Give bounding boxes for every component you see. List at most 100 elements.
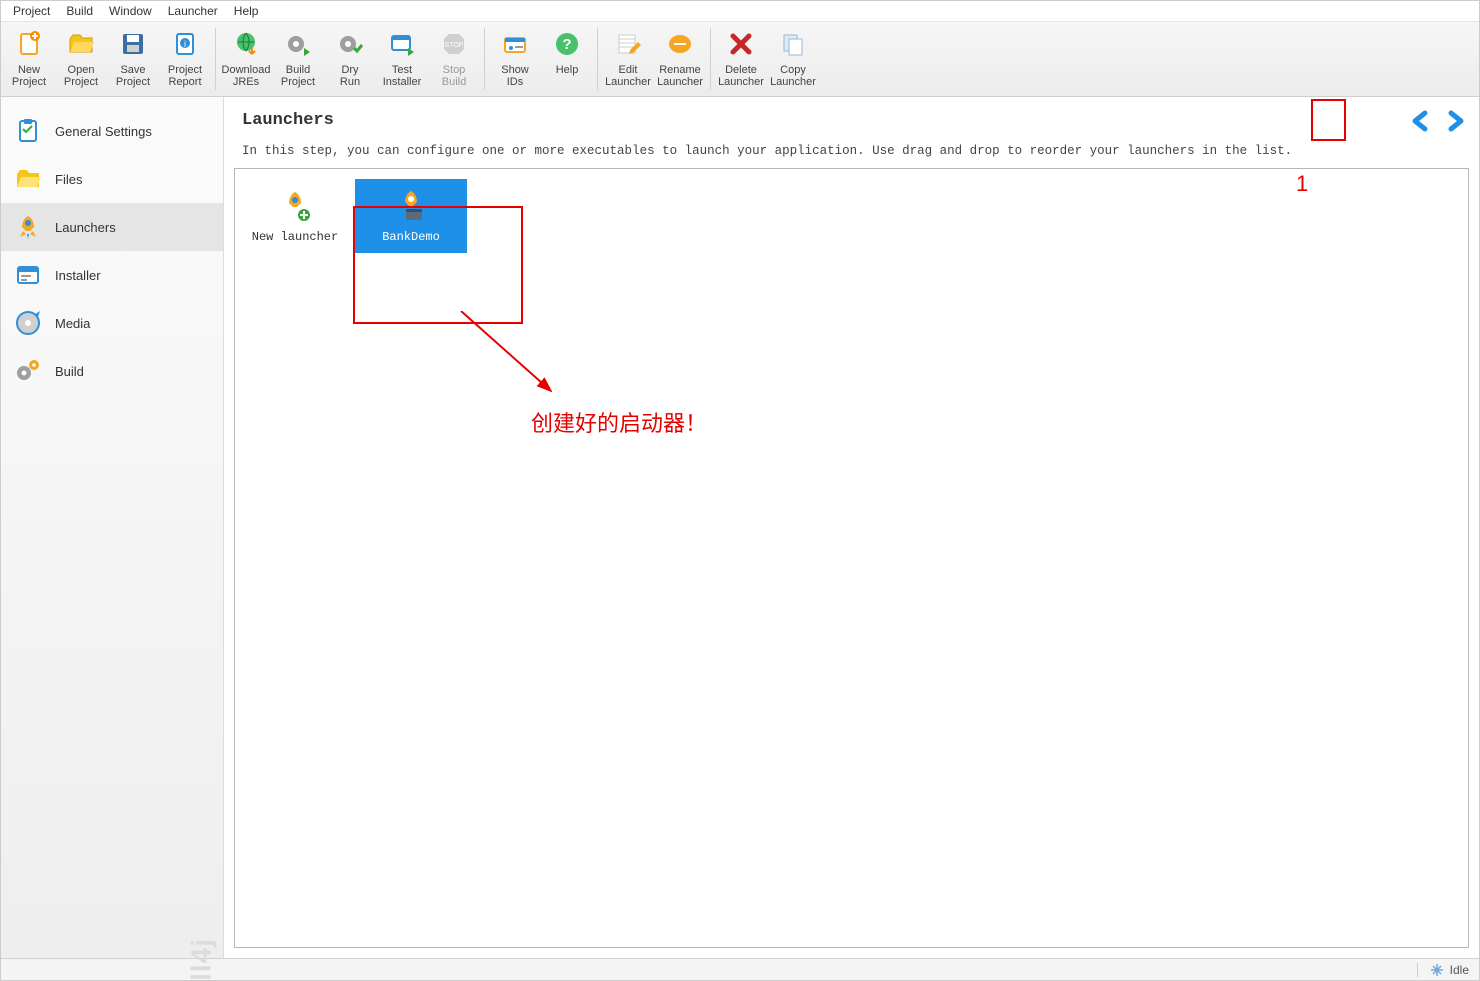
menu-bar: Project Build Window Launcher Help — [1, 1, 1479, 22]
launchers-canvas[interactable]: New launcher BankDemo — [234, 168, 1469, 948]
show-ids-button[interactable]: Show IDs — [489, 24, 541, 94]
download-jres-label: Download JREs — [222, 64, 271, 88]
download-jres-button[interactable]: Download JREs — [220, 24, 272, 94]
help-button[interactable]: ? Help — [541, 24, 593, 94]
globe-down-icon — [230, 28, 262, 60]
nav-prev-button[interactable] — [1407, 107, 1435, 135]
delete-launcher-button[interactable]: Delete Launcher — [715, 24, 767, 94]
project-report-label: Project Report — [168, 64, 202, 88]
id-card-icon — [499, 28, 531, 60]
edit-launcher-label: Edit Launcher — [605, 64, 651, 88]
svg-text:?: ? — [562, 36, 571, 53]
sidebar-item-installer[interactable]: Installer — [1, 251, 223, 299]
rocket-app-icon — [393, 188, 429, 224]
gears-icon — [13, 356, 43, 386]
disc-icon — [13, 308, 43, 338]
sidebar-item-label: Installer — [55, 268, 101, 283]
menu-window[interactable]: Window — [103, 2, 158, 20]
sidebar-item-label: Build — [55, 364, 84, 379]
page-title: Launchers — [242, 111, 1461, 130]
page-header: Launchers In this step, you can configur… — [224, 97, 1479, 168]
rocket-add-icon — [277, 188, 313, 224]
new-launcher-label: New launcher — [252, 230, 338, 244]
clipboard-icon — [13, 116, 43, 146]
copy-launcher-label: Copy Launcher — [770, 64, 816, 88]
edit-icon — [612, 28, 644, 60]
show-ids-label: Show IDs — [501, 64, 529, 88]
folder-icon — [13, 164, 43, 194]
sidebar-item-build[interactable]: Build — [1, 347, 223, 395]
statusbar-separator — [1417, 963, 1418, 977]
svg-text:STOP: STOP — [445, 42, 464, 49]
help-icon: ? — [551, 28, 583, 60]
status-bar: Idle — [1, 958, 1479, 980]
delete-icon — [725, 28, 757, 60]
menu-launcher[interactable]: Launcher — [162, 2, 224, 20]
open-project-button[interactable]: Open Project — [55, 24, 107, 94]
snowflake-icon — [1430, 963, 1444, 977]
toolbar: New Project Open Project Save Project i … — [1, 22, 1479, 97]
page-description: In this step, you can configure one or m… — [242, 144, 1461, 158]
test-installer-button[interactable]: Test Installer — [376, 24, 428, 94]
sidebar-item-files[interactable]: Files — [1, 155, 223, 203]
gear-play-icon — [282, 28, 314, 60]
test-installer-label: Test Installer — [383, 64, 422, 88]
app-window: Project Build Window Launcher Help New P… — [0, 0, 1480, 981]
report-icon: i — [169, 28, 201, 60]
build-project-label: Build Project — [281, 64, 315, 88]
body: General Settings Files Launchers Install… — [1, 97, 1479, 958]
copy-launcher-button[interactable]: Copy Launcher — [767, 24, 819, 94]
copy-icon — [777, 28, 809, 60]
stop-build-label: Stop Build — [442, 64, 466, 88]
new-project-button[interactable]: New Project — [3, 24, 55, 94]
launcher-tile[interactable]: BankDemo — [355, 179, 467, 253]
sidebar-item-launchers[interactable]: Launchers — [1, 203, 223, 251]
sidebar-item-label: Media — [55, 316, 90, 331]
dry-run-button[interactable]: Dry Run — [324, 24, 376, 94]
main: Launchers In this step, you can configur… — [224, 97, 1479, 958]
toolbar-separator — [215, 28, 216, 90]
project-report-button[interactable]: i Project Report — [159, 24, 211, 94]
status-text: Idle — [1450, 963, 1469, 977]
new-launcher-tile[interactable]: New launcher — [245, 179, 345, 253]
menu-project[interactable]: Project — [7, 2, 56, 20]
sidebar: General Settings Files Launchers Install… — [1, 97, 224, 958]
watermark-text: Install4j — [185, 938, 217, 981]
window-icon — [13, 260, 43, 290]
nav-next-button[interactable] — [1441, 107, 1469, 135]
window-play-icon — [386, 28, 418, 60]
svg-text:i: i — [184, 39, 186, 49]
edit-launcher-button[interactable]: Edit Launcher — [602, 24, 654, 94]
open-folder-icon — [65, 28, 97, 60]
new-file-icon — [13, 28, 45, 60]
sidebar-item-label: Launchers — [55, 220, 116, 235]
launcher-name: BankDemo — [382, 230, 440, 244]
rocket-icon — [13, 212, 43, 242]
save-project-button[interactable]: Save Project — [107, 24, 159, 94]
dry-run-label: Dry Run — [340, 64, 360, 88]
save-icon — [117, 28, 149, 60]
menu-help[interactable]: Help — [228, 2, 265, 20]
toolbar-separator — [710, 28, 711, 90]
stop-build-button: STOP Stop Build — [428, 24, 480, 94]
sidebar-item-label: Files — [55, 172, 82, 187]
toolbar-separator — [484, 28, 485, 90]
rename-launcher-label: Rename Launcher — [657, 64, 703, 88]
delete-launcher-label: Delete Launcher — [718, 64, 764, 88]
gear-check-icon — [334, 28, 366, 60]
canvas-wrap: New launcher BankDemo — [224, 168, 1479, 958]
help-label: Help — [556, 64, 579, 76]
stop-icon: STOP — [438, 28, 470, 60]
new-project-label: New Project — [12, 64, 46, 88]
open-project-label: Open Project — [64, 64, 98, 88]
nav-arrows — [1407, 107, 1469, 135]
rename-icon — [664, 28, 696, 60]
sidebar-item-general-settings[interactable]: General Settings — [1, 107, 223, 155]
toolbar-separator — [597, 28, 598, 90]
menu-build[interactable]: Build — [60, 2, 99, 20]
rename-launcher-button[interactable]: Rename Launcher — [654, 24, 706, 94]
build-project-button[interactable]: Build Project — [272, 24, 324, 94]
sidebar-item-label: General Settings — [55, 124, 152, 139]
save-project-label: Save Project — [116, 64, 150, 88]
sidebar-item-media[interactable]: Media — [1, 299, 223, 347]
